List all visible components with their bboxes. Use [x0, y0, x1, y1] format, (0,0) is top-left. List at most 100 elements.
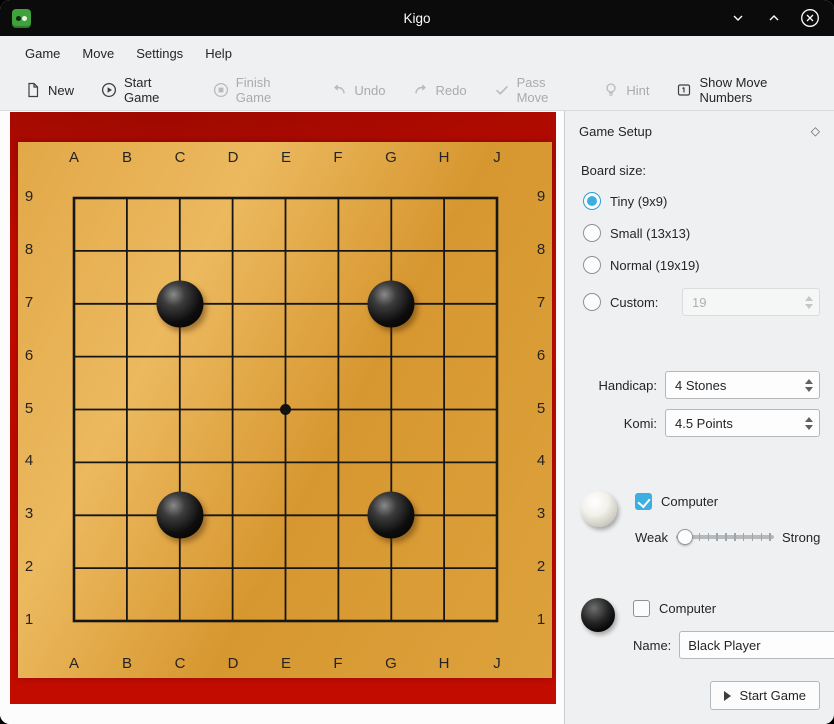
spin-arrows-icon[interactable]	[799, 417, 819, 430]
menu-game[interactable]: Game	[14, 42, 71, 65]
row-label: 7	[530, 294, 552, 311]
weak-label: Weak	[635, 530, 668, 545]
col-label: F	[333, 655, 342, 672]
strength-slider[interactable]	[676, 528, 774, 546]
board-grid	[18, 142, 552, 678]
col-label: J	[493, 149, 501, 166]
white-computer-row[interactable]: Computer	[635, 491, 820, 511]
row-label: 3	[530, 505, 552, 522]
spin-arrows-icon[interactable]	[799, 296, 819, 309]
redo-button[interactable]: Redo	[404, 77, 476, 103]
finish-game-label: Finish Game	[236, 75, 305, 105]
show-move-numbers-button[interactable]: Show Move Numbers	[667, 70, 825, 110]
black-computer-checkbox[interactable]	[633, 600, 650, 617]
size-small-label: Small (13x13)	[610, 226, 690, 241]
menu-move[interactable]: Move	[71, 42, 125, 65]
custom-size-spinbox[interactable]: 19	[682, 288, 820, 316]
size-option-normal[interactable]: Normal (19x19)	[583, 256, 820, 274]
size-custom-label: Custom:	[610, 295, 658, 310]
pass-move-label: Pass Move	[517, 75, 577, 105]
kigo-window: Kigo Game Move Settings Help	[0, 0, 834, 724]
start-game-button[interactable]: Start Game	[710, 681, 820, 710]
hint-label: Hint	[626, 83, 649, 98]
game-setup-panel: Game Setup ◇ Board size: Tiny (9x9) Smal…	[564, 111, 834, 724]
col-label: H	[439, 655, 450, 672]
spin-arrows-icon[interactable]	[799, 379, 819, 392]
row-label: 1	[18, 611, 40, 628]
finish-game-button[interactable]: Finish Game	[204, 70, 314, 110]
radio-custom[interactable]	[583, 293, 601, 311]
new-button[interactable]: New	[16, 77, 83, 103]
radio-small[interactable]	[583, 224, 601, 242]
row-label: 3	[18, 505, 40, 522]
radio-tiny[interactable]	[583, 192, 601, 210]
size-option-tiny[interactable]: Tiny (9x9)	[583, 192, 820, 210]
komi-spinbox[interactable]: 4.5 Points	[665, 409, 820, 437]
start-game-button-toolbar[interactable]: Start Game	[92, 70, 195, 110]
komi-row: Komi: 4.5 Points	[579, 409, 820, 437]
start-game-button-label: Start Game	[740, 688, 806, 703]
menubar: Game Move Settings Help	[0, 36, 834, 70]
black-name-row: Name:	[633, 631, 834, 659]
handicap-spinbox[interactable]: 4 Stones	[665, 371, 820, 399]
slider-handle[interactable]	[677, 529, 693, 545]
redo-label: Redo	[436, 83, 467, 98]
white-stone-image	[581, 491, 617, 527]
white-computer-checkbox[interactable]	[635, 493, 652, 510]
size-normal-label: Normal (19x19)	[610, 258, 700, 273]
col-label: G	[385, 149, 397, 166]
white-player-section: Computer Weak Strong	[581, 489, 820, 546]
black-stone-image	[581, 598, 615, 632]
col-label: C	[175, 149, 186, 166]
row-label: 6	[18, 347, 40, 364]
menu-help[interactable]: Help	[194, 42, 243, 65]
row-label: 8	[530, 241, 552, 258]
board-size-label: Board size:	[581, 163, 820, 178]
play-icon	[724, 691, 731, 701]
black-stone-g7	[368, 281, 415, 328]
black-player-name-input[interactable]	[679, 631, 834, 659]
col-label: F	[333, 149, 342, 166]
black-stone-c7	[157, 281, 204, 328]
titlebar: Kigo	[0, 0, 834, 36]
show-move-numbers-label: Show Move Numbers	[699, 75, 816, 105]
hint-icon	[603, 82, 619, 98]
custom-size-value: 19	[683, 295, 799, 310]
close-icon[interactable]	[800, 8, 820, 28]
col-label: A	[69, 655, 79, 672]
radio-normal[interactable]	[583, 256, 601, 274]
col-label: D	[228, 149, 239, 166]
start-game-icon	[101, 82, 117, 98]
maximize-icon[interactable]	[764, 8, 784, 28]
white-computer-label: Computer	[661, 494, 718, 509]
black-computer-row[interactable]: Computer	[633, 598, 834, 618]
row-label: 9	[18, 188, 40, 205]
dock-float-icon[interactable]: ◇	[811, 124, 820, 138]
col-label: A	[69, 149, 79, 166]
board-pane: A B C D E F G H J A B C D E F G	[0, 111, 564, 724]
row-label: 4	[530, 452, 552, 469]
menu-settings[interactable]: Settings	[125, 42, 194, 65]
size-tiny-label: Tiny (9x9)	[610, 194, 667, 209]
row-label: 8	[18, 241, 40, 258]
row-label: 7	[18, 294, 40, 311]
col-label: J	[493, 655, 501, 672]
row-label: 5	[530, 400, 552, 417]
undo-icon	[331, 82, 347, 98]
hint-button[interactable]: Hint	[594, 77, 658, 103]
col-label: E	[281, 149, 291, 166]
minimize-icon[interactable]	[728, 8, 748, 28]
star-point-e5	[280, 404, 291, 415]
row-label: 2	[18, 558, 40, 575]
black-player-section: Computer Name:	[581, 596, 820, 659]
komi-value: 4.5 Points	[666, 416, 799, 431]
panel-title: Game Setup	[579, 124, 652, 139]
col-label: D	[228, 655, 239, 672]
row-label: 9	[530, 188, 552, 205]
size-option-custom[interactable]: Custom: 19	[583, 288, 820, 316]
undo-button[interactable]: Undo	[322, 77, 394, 103]
pass-move-button[interactable]: Pass Move	[485, 70, 586, 110]
go-board[interactable]: A B C D E F G H J A B C D E F G	[18, 142, 552, 678]
size-option-small[interactable]: Small (13x13)	[583, 224, 820, 242]
start-game-label: Start Game	[124, 75, 186, 105]
